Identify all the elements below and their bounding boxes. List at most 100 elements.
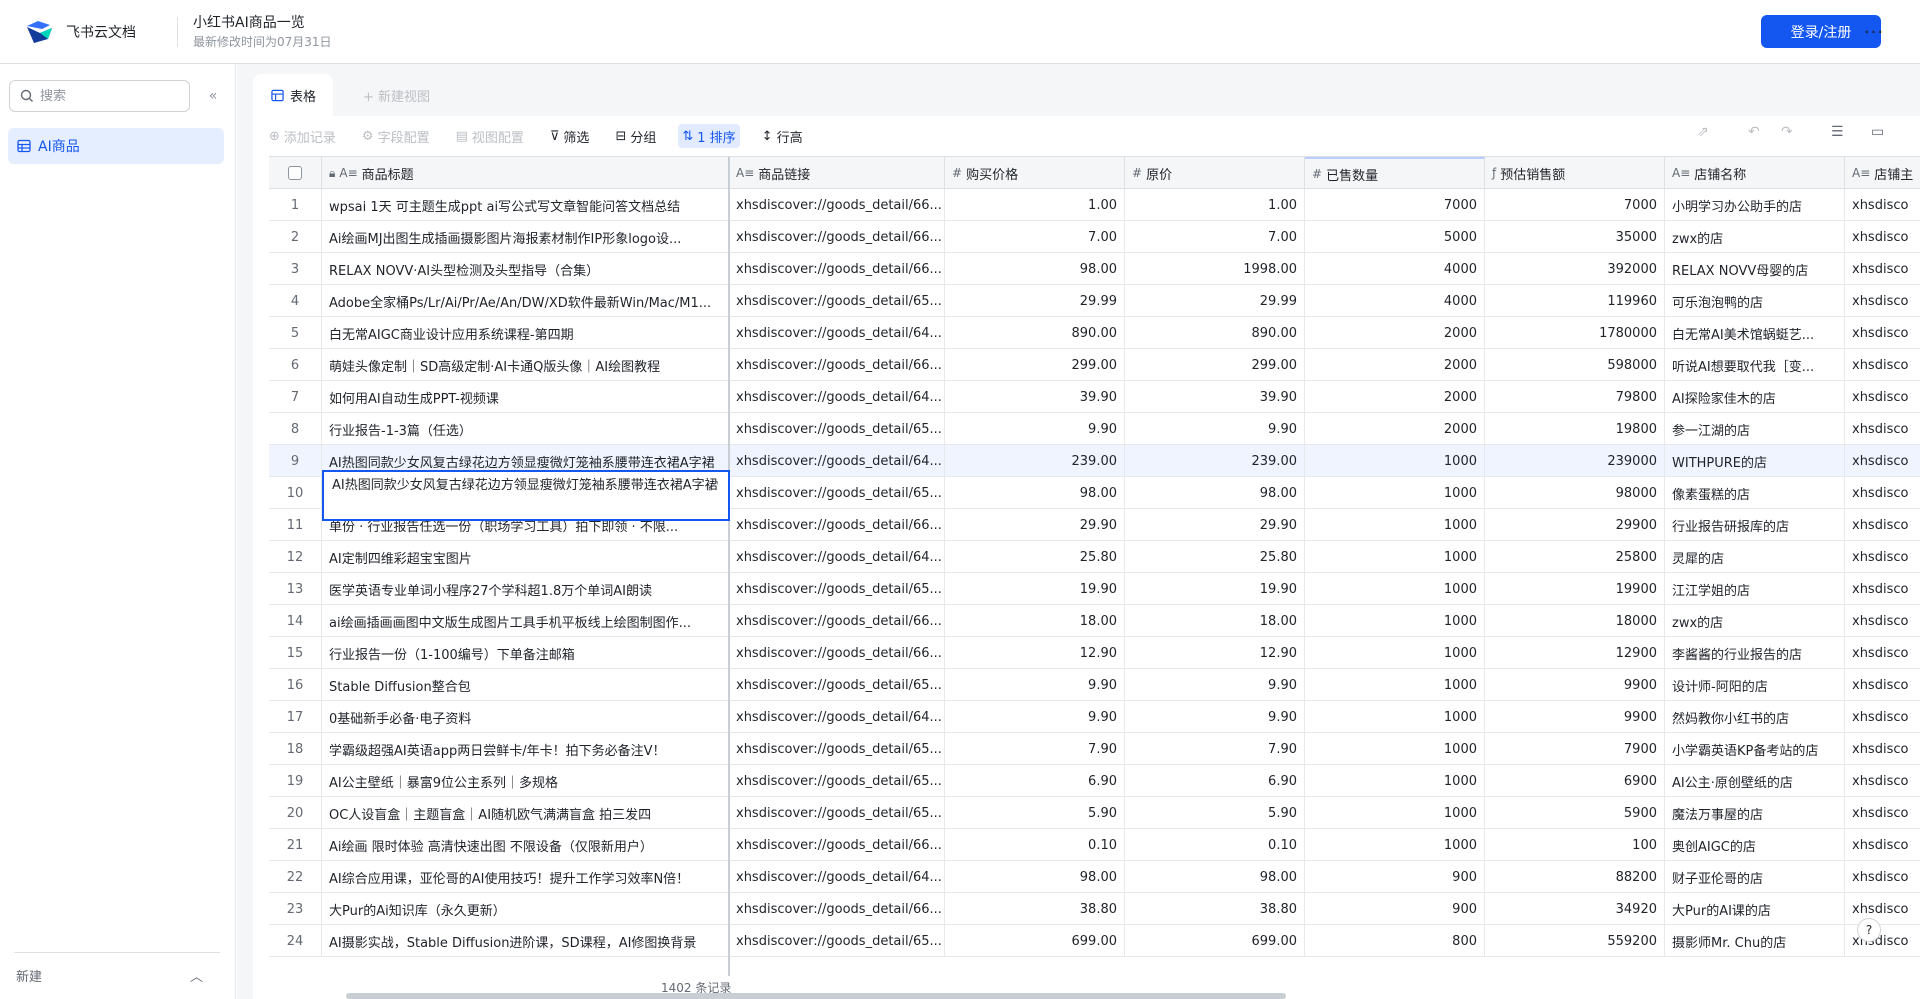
cell-shop-host[interactable]: xhsdisco (1845, 413, 1920, 445)
cell-link[interactable]: xhsdiscover://goods_detail/64... (729, 541, 945, 573)
row-index[interactable]: 7 (269, 381, 322, 413)
cell-price[interactable]: 6.90 (945, 765, 1125, 797)
cell-shop-name[interactable]: zwx的店 (1665, 221, 1845, 253)
cell-original-price[interactable]: 699.00 (1125, 925, 1305, 957)
cell-shop-host[interactable]: xhsdisco (1845, 221, 1920, 253)
cell-shop-name[interactable]: 小明学习办公助手的店 (1665, 189, 1845, 221)
cell-price[interactable]: 7.00 (945, 221, 1125, 253)
cell-sold[interactable]: 1000 (1305, 541, 1485, 573)
row-index[interactable]: 1 (269, 189, 322, 221)
cell-original-price[interactable]: 1.00 (1125, 189, 1305, 221)
row-index[interactable]: 4 (269, 285, 322, 317)
cell-link[interactable]: xhsdiscover://goods_detail/65... (729, 765, 945, 797)
cell-est-sales[interactable]: 79800 (1485, 381, 1665, 413)
app-logo[interactable]: 飞书云文档 (24, 19, 152, 45)
row-index[interactable]: 14 (269, 605, 322, 637)
cell-link[interactable]: xhsdiscover://goods_detail/65... (729, 285, 945, 317)
cell-shop-name[interactable]: 小学霸英语KP备考站的店 (1665, 733, 1845, 765)
cell-shop-host[interactable]: xhsdisco (1845, 765, 1920, 797)
cell-shop-name[interactable]: RELAX NOVV母婴的店 (1665, 253, 1845, 285)
new-button[interactable]: 新建 (16, 966, 42, 985)
cell-original-price[interactable]: 239.00 (1125, 445, 1305, 477)
table-row[interactable]: 19 AI公主壁纸｜暴富9位公主系列｜多规格 xhsdiscover://goods… (269, 765, 1920, 797)
column-header-sold[interactable]: # 已售数量 (1305, 157, 1485, 189)
cell-shop-host[interactable]: xhsdisco (1845, 797, 1920, 829)
row-index[interactable]: 16 (269, 669, 322, 701)
cell-est-sales[interactable]: 18000 (1485, 605, 1665, 637)
row-index[interactable]: 3 (269, 253, 322, 285)
cell-price[interactable]: 239.00 (945, 445, 1125, 477)
cell-original-price[interactable]: 6.90 (1125, 765, 1305, 797)
cell-original-price[interactable]: 9.90 (1125, 413, 1305, 445)
cell-link[interactable]: xhsdiscover://goods_detail/66... (729, 637, 945, 669)
undo-icon[interactable]: ↶ (1748, 124, 1760, 140)
cell-original-price[interactable]: 98.00 (1125, 861, 1305, 893)
column-header-original-price[interactable]: # 原价 (1125, 157, 1305, 189)
cell-link[interactable]: xhsdiscover://goods_detail/66... (729, 829, 945, 861)
cell-sold[interactable]: 1000 (1305, 765, 1485, 797)
table-row[interactable]: 13 医学英语专业单词小程序27个学科超1.8万个单词AI朗读 xhsdiscove… (269, 573, 1920, 605)
cell-est-sales[interactable]: 9900 (1485, 669, 1665, 701)
cell-link[interactable]: xhsdiscover://goods_detail/64... (729, 701, 945, 733)
cell-shop-name[interactable]: 像素蛋糕的店 (1665, 477, 1845, 509)
filter-button[interactable]: ⊽ 筛选 (546, 124, 594, 148)
cell-editor[interactable]: AI热图同款少女风复古绿花边方领显瘦微灯笼袖系腰带连衣裙A字裙 ⤢ (322, 470, 730, 521)
cell-link[interactable]: xhsdiscover://goods_detail/64... (729, 381, 945, 413)
cell-link[interactable]: xhsdiscover://goods_detail/65... (729, 797, 945, 829)
cell-original-price[interactable]: 19.90 (1125, 573, 1305, 605)
cell-shop-name[interactable]: 行业报告研报库的店 (1665, 509, 1845, 541)
cell-link[interactable]: xhsdiscover://goods_detail/65... (729, 573, 945, 605)
cell-sold[interactable]: 1000 (1305, 509, 1485, 541)
cell-title[interactable]: 0基础新手必备·电子资料 (322, 701, 729, 733)
cell-price[interactable]: 699.00 (945, 925, 1125, 957)
cell-shop-name[interactable]: 参一江湖的店 (1665, 413, 1845, 445)
cell-price[interactable]: 19.90 (945, 573, 1125, 605)
sidebar-search[interactable] (9, 80, 190, 112)
cell-shop-host[interactable]: xhsdisco (1845, 861, 1920, 893)
table-row[interactable]: 6 萌娃头像定制｜SD高级定制·AI卡通Q版头像｜AI绘图教程 xhsdiscove… (269, 349, 1920, 381)
cell-title[interactable]: AI定制四维彩超宝宝图片 (322, 541, 729, 573)
cell-link[interactable]: xhsdiscover://goods_detail/65... (729, 413, 945, 445)
cell-est-sales[interactable]: 35000 (1485, 221, 1665, 253)
cell-shop-host[interactable]: xhsdisco (1845, 253, 1920, 285)
collapse-sidebar-icon[interactable]: « (204, 87, 222, 105)
cell-original-price[interactable]: 9.90 (1125, 701, 1305, 733)
cell-title[interactable]: 行业报告-1-3篇（任选） (322, 413, 729, 445)
row-index[interactable]: 13 (269, 573, 322, 605)
cell-shop-name[interactable]: 李酱酱的行业报告的店 (1665, 637, 1845, 669)
cell-price[interactable]: 12.90 (945, 637, 1125, 669)
column-header-shop-name[interactable]: A≡ 店铺名称 (1665, 157, 1845, 189)
cell-sold[interactable]: 1000 (1305, 797, 1485, 829)
cell-sold[interactable]: 1000 (1305, 573, 1485, 605)
cell-shop-name[interactable]: 财子亚伦哥的店 (1665, 861, 1845, 893)
table-row[interactable]: 21 Ai绘画 限时体验 高清快速出图 不限设备（仅限新用户） xhsdiscove… (269, 829, 1920, 861)
tab-grid-view[interactable]: 表格 (253, 74, 333, 116)
cell-shop-host[interactable]: xhsdisco (1845, 637, 1920, 669)
cell-link[interactable]: xhsdiscover://goods_detail/66... (729, 605, 945, 637)
cell-sold[interactable]: 1000 (1305, 669, 1485, 701)
row-index[interactable]: 2 (269, 221, 322, 253)
cell-sold[interactable]: 4000 (1305, 285, 1485, 317)
column-header-est-sales[interactable]: ƒ 预估销售额 (1485, 157, 1665, 189)
cell-shop-host[interactable]: xhsdisco (1845, 701, 1920, 733)
cell-sold[interactable]: 2000 (1305, 381, 1485, 413)
cell-original-price[interactable]: 25.80 (1125, 541, 1305, 573)
column-header-shop-host[interactable]: A≡ 店铺主 (1845, 157, 1920, 189)
cell-est-sales[interactable]: 25800 (1485, 541, 1665, 573)
cell-title[interactable]: Ai绘画MJ出图生成插画摄影图片海报素材制作IP形象logo设... (322, 221, 729, 253)
cell-original-price[interactable]: 29.90 (1125, 509, 1305, 541)
cell-est-sales[interactable]: 559200 (1485, 925, 1665, 957)
cell-shop-host[interactable]: xhsdisco (1845, 893, 1920, 925)
cell-shop-name[interactable]: AI公主·原创壁纸的店 (1665, 765, 1845, 797)
cell-sold[interactable]: 2000 (1305, 413, 1485, 445)
row-index[interactable]: 11 (269, 509, 322, 541)
cell-title[interactable]: 学霸级超强AI英语app两日尝鲜卡/年卡！拍下务必备注V！ (322, 733, 729, 765)
cell-shop-name[interactable]: 然妈教你小红书的店 (1665, 701, 1845, 733)
row-index[interactable]: 15 (269, 637, 322, 669)
cell-est-sales[interactable]: 392000 (1485, 253, 1665, 285)
cell-title[interactable]: 大Pur的Ai知识库（永久更新） (322, 893, 729, 925)
cell-original-price[interactable]: 9.90 (1125, 669, 1305, 701)
column-header-link[interactable]: A≡ 商品链接 (729, 157, 945, 189)
table-row[interactable]: 17 0基础新手必备·电子资料 xhsdiscover://goods_detail… (269, 701, 1920, 733)
cell-shop-host[interactable]: xhsdisco (1845, 477, 1920, 509)
